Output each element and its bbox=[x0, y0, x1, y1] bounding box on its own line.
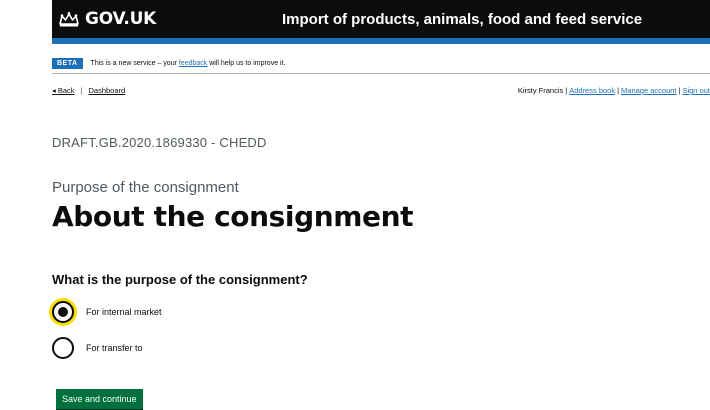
sign-out-link[interactable]: Sign out bbox=[682, 86, 710, 95]
back-arrow-icon: ◂ bbox=[52, 86, 56, 95]
nav-separator: | bbox=[80, 86, 83, 95]
radio-transfer-to[interactable]: For transfer to bbox=[52, 337, 143, 359]
service-name[interactable]: Import of products, animals, food and fe… bbox=[282, 11, 642, 28]
consignment-reference: DRAFT.GB.2020.1869330 - CHEDD bbox=[52, 135, 267, 150]
crown-icon bbox=[59, 12, 79, 27]
address-book-link[interactable]: Address book bbox=[569, 86, 615, 95]
nav-pipe: | bbox=[565, 86, 568, 95]
account-nav: Kirsty Francis | Address book | Manage a… bbox=[518, 86, 710, 95]
radio-label[interactable]: For internal market bbox=[86, 307, 162, 317]
radio-label[interactable]: For transfer to bbox=[86, 343, 143, 353]
radio-button-selected[interactable] bbox=[52, 301, 74, 323]
phase-text-after: will help us to improve it. bbox=[207, 59, 286, 67]
nav-left: ◂ Back | Dashboard bbox=[52, 86, 125, 95]
feedback-link[interactable]: feedback bbox=[179, 60, 207, 67]
govuk-logo[interactable]: GOV.UK bbox=[58, 9, 156, 29]
nav-pipe: | bbox=[617, 86, 620, 95]
phase-banner: BETA This is a new service – your feedba… bbox=[52, 53, 710, 74]
nav-pipe: | bbox=[678, 86, 681, 95]
phase-text-before: This is a new service – your bbox=[90, 59, 179, 67]
radio-button[interactable] bbox=[52, 337, 74, 359]
page-title: About the consignment bbox=[52, 200, 414, 233]
site-header: GOV.UK Import of products, animals, food… bbox=[52, 0, 710, 38]
page-caption: Purpose of the consignment bbox=[52, 179, 239, 196]
page: GOV.UK Import of products, animals, food… bbox=[0, 0, 710, 410]
logo-text: GOV.UK bbox=[85, 9, 157, 29]
back-link-label: Back bbox=[57, 86, 75, 95]
save-and-continue-button[interactable]: Save and continue bbox=[56, 389, 143, 409]
header-accent-bar bbox=[52, 38, 710, 44]
nav-row: ◂ Back | Dashboard Kirsty Francis | Addr… bbox=[52, 86, 710, 100]
user-name: Kirsty Francis bbox=[517, 86, 564, 95]
phase-text: This is a new service – your feedback wi… bbox=[91, 60, 286, 67]
back-link[interactable]: ◂ Back bbox=[52, 86, 75, 95]
dashboard-link[interactable]: Dashboard bbox=[89, 86, 126, 95]
manage-account-link[interactable]: Manage account bbox=[621, 86, 676, 95]
beta-tag: BETA bbox=[52, 57, 83, 69]
radio-internal-market[interactable]: For internal market bbox=[52, 301, 162, 323]
question-legend: What is the purpose of the consignment? bbox=[52, 272, 308, 287]
